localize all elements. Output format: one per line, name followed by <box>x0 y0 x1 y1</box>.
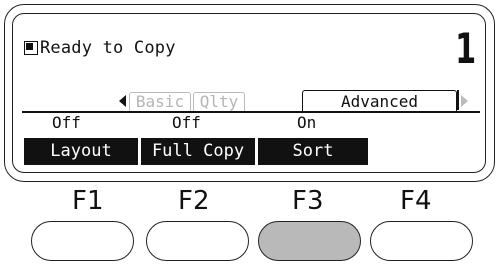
tab-right-divider <box>457 90 459 110</box>
f1-label: F1 <box>72 186 104 216</box>
f2-button[interactable] <box>146 221 249 261</box>
f1-button[interactable] <box>31 221 134 261</box>
tab-advanced[interactable]: Advanced <box>302 90 457 113</box>
left-triangle-icon[interactable] <box>119 95 126 107</box>
f2-label: F2 <box>178 186 210 216</box>
copies-count: 1 <box>454 24 476 73</box>
f3-label: F3 <box>292 186 324 216</box>
f4-button[interactable] <box>370 221 473 261</box>
f4-label: F4 <box>400 186 432 216</box>
tab-baseline <box>22 111 480 113</box>
layout-value: Off <box>52 113 81 132</box>
tab-basic[interactable]: Basic <box>129 92 191 111</box>
f3-button[interactable] <box>258 221 361 261</box>
sort-value: On <box>297 113 317 132</box>
status-row: Ready to Copy <box>24 36 176 60</box>
right-triangle-icon[interactable] <box>461 95 468 107</box>
tab-qlty[interactable]: Qlty <box>193 92 245 111</box>
copy-document-icon <box>24 41 38 55</box>
status-text: Ready to Copy <box>40 38 176 58</box>
function-label-full-copy: Full Copy <box>141 138 255 165</box>
full-copy-value: Off <box>172 113 201 132</box>
function-label-layout: Layout <box>24 138 138 165</box>
function-label-sort: Sort <box>258 138 368 165</box>
